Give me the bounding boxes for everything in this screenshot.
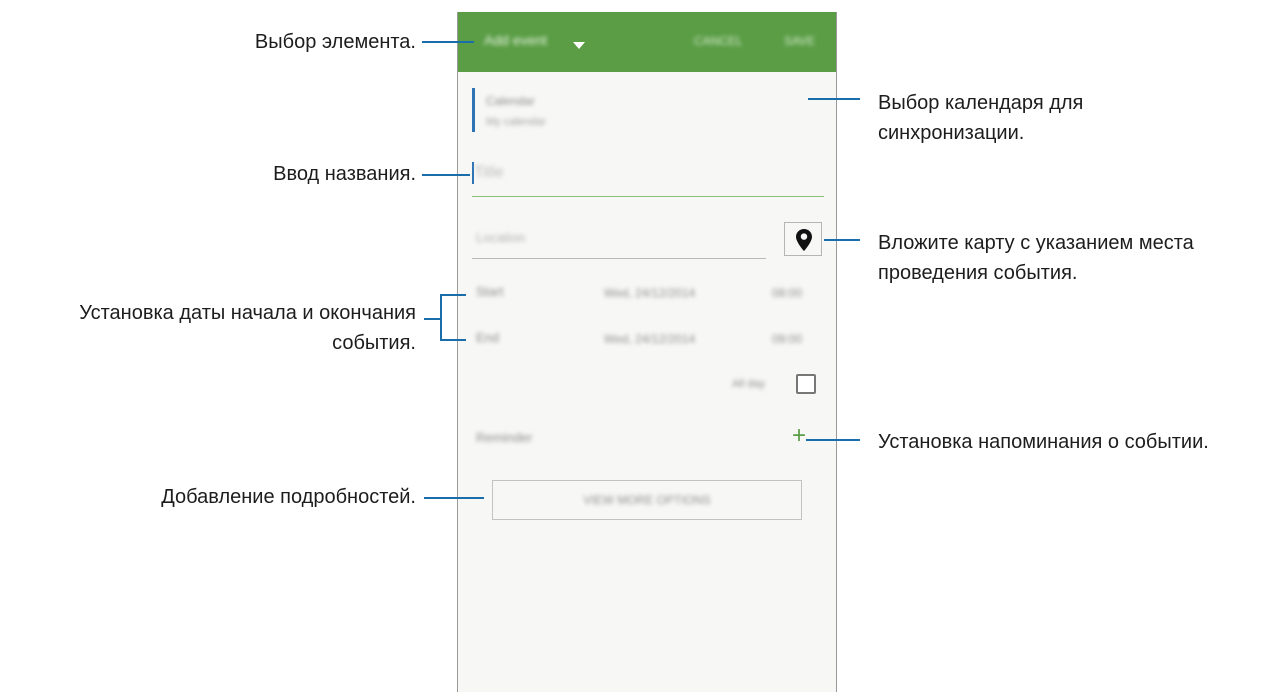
- start-time[interactable]: 08:00: [772, 286, 802, 300]
- calendar-color-bar: [472, 88, 475, 132]
- callout-line-select-item: [422, 41, 474, 43]
- map-button[interactable]: [784, 222, 822, 256]
- annotation-enter-title: Ввод названия.: [273, 163, 416, 185]
- end-date[interactable]: Wed, 24/12/2014: [604, 332, 695, 346]
- cancel-button[interactable]: CANCEL: [694, 34, 743, 48]
- start-date[interactable]: Wed, 24/12/2014: [604, 286, 695, 300]
- annotation-map-line2: проведения события.: [878, 262, 1078, 284]
- callout-bracket-dates: [440, 294, 442, 340]
- app-bar: Add event CANCEL SAVE: [458, 12, 836, 72]
- view-more-options-button[interactable]: VIEW MORE OPTIONS: [492, 480, 802, 520]
- all-day-label: All day: [732, 378, 766, 390]
- callout-bracket-end: [440, 339, 466, 341]
- calendar-account[interactable]: My calendar: [486, 116, 546, 128]
- callout-line-details: [424, 497, 484, 499]
- all-day-checkbox[interactable]: [796, 374, 816, 394]
- title-underline: [472, 196, 824, 197]
- calendar-name[interactable]: Calendar: [486, 94, 535, 108]
- callout-line-reminder: [806, 439, 860, 441]
- location-underline: [472, 258, 766, 259]
- reminder-label: Reminder: [476, 430, 533, 445]
- end-label: End: [476, 330, 500, 345]
- map-pin-icon: [796, 229, 812, 251]
- plus-icon[interactable]: +: [792, 424, 806, 448]
- annotation-reminder: Установка напоминания о событии.: [878, 431, 1209, 453]
- annotation-calendar-line1: Выбор календаря для: [878, 92, 1084, 114]
- view-more-options-label: VIEW MORE OPTIONS: [583, 493, 711, 507]
- callout-line-calendar: [808, 98, 860, 100]
- end-time[interactable]: 09:00: [772, 332, 802, 346]
- callout-bracket-start: [440, 294, 466, 296]
- phone-screen: Add event CANCEL SAVE Calendar My calend…: [457, 12, 837, 692]
- annotation-dates-line2: события.: [332, 332, 416, 354]
- callout-line-dates: [424, 318, 440, 320]
- callout-line-map: [824, 239, 860, 241]
- annotation-details: Добавление подробностей.: [161, 486, 416, 508]
- location-input[interactable]: Location: [476, 230, 525, 245]
- annotation-select-item: Выбор элемента.: [254, 31, 416, 53]
- callout-line-enter-title: [422, 174, 470, 176]
- annotation-dates-line1: Установка даты начала и окончания: [79, 302, 416, 324]
- item-selector[interactable]: Add event: [484, 32, 547, 48]
- start-label: Start: [476, 284, 504, 299]
- caret-down-icon[interactable]: [573, 42, 585, 49]
- annotation-map-line1: Вложите карту с указанием места: [878, 232, 1194, 254]
- title-input[interactable]: Title: [474, 164, 504, 182]
- annotation-calendar-line2: синхронизации.: [878, 122, 1025, 144]
- save-button[interactable]: SAVE: [784, 34, 815, 48]
